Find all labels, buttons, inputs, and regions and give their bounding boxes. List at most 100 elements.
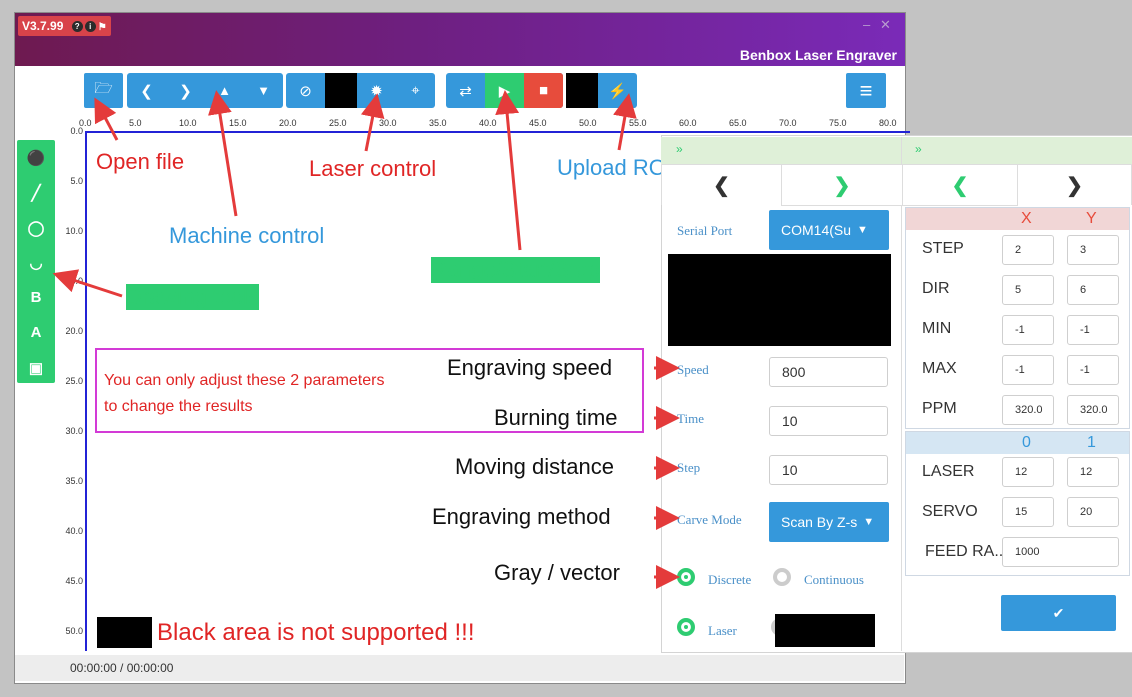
collapse-left-icon[interactable]: » <box>676 142 683 156</box>
x-ruler-label: 20.0 <box>279 118 297 128</box>
axis-x-input[interactable]: 320.0 <box>1002 395 1054 425</box>
line-icon: ╱ <box>31 184 41 202</box>
servo-pin-0-input[interactable]: 15 <box>1002 497 1054 527</box>
speed-input[interactable]: 800 <box>769 357 888 387</box>
ban-icon: ⊘ <box>299 82 312 100</box>
laser-pin-1-input[interactable]: 12 <box>1067 457 1119 487</box>
move-up-button[interactable]: ▲ <box>205 73 244 108</box>
tab-prev-left[interactable]: ❮ <box>661 164 782 205</box>
y-axis-line <box>85 131 87 651</box>
black-area-sample <box>97 617 152 648</box>
tag-tool-button[interactable]: ⚫ <box>17 140 55 175</box>
axis-row-label: STEP <box>922 240 964 257</box>
image-tool-button[interactable]: ▣ <box>17 350 55 385</box>
line-tool-button[interactable]: ╱ <box>17 175 55 210</box>
serial-port-value: COM14(Su <box>781 222 852 238</box>
minimize-button[interactable]: – <box>863 17 870 32</box>
hidden-area <box>325 73 357 108</box>
tab-next-right[interactable]: ❯ <box>1017 164 1132 205</box>
top-ruler: 0.0 5.0 10.0 15.0 20.0 25.0 30.0 35.0 40.0 45.0 50… <box>79 118 915 136</box>
laser-power-button[interactable]: ✹ <box>357 73 396 108</box>
axis-x-input[interactable]: 5 <box>1002 275 1054 305</box>
axis-row-label: PPM <box>922 400 957 417</box>
note-line1: You can only adjust these 2 parameters <box>104 372 385 389</box>
panel-header: » » <box>661 137 1132 164</box>
chevron-left-icon: ❮ <box>951 174 969 197</box>
y-ruler-label: 15.0 <box>65 276 83 286</box>
annotation-open-file: Open file <box>96 149 185 174</box>
x-ruler-label: 55.0 <box>629 118 647 128</box>
info-icon[interactable]: i <box>84 21 96 33</box>
continuous-radio[interactable] <box>773 568 791 586</box>
y-ruler-label: 40.0 <box>65 526 83 536</box>
axis-row-label: MAX <box>922 360 957 377</box>
help-icon[interactable]: ? <box>71 21 83 33</box>
start-button[interactable]: ▶ <box>485 73 524 108</box>
time-label: Time <box>677 411 704 426</box>
range-button[interactable]: ⇄ <box>446 73 485 108</box>
collapse-right-icon[interactable]: » <box>915 142 922 156</box>
upload-rom-button[interactable]: ⚡ <box>598 73 637 108</box>
axis-y-input[interactable]: 320.0 <box>1067 395 1119 425</box>
laser-radio[interactable] <box>677 618 695 636</box>
tab-prev-right[interactable]: ❮ <box>902 164 1018 206</box>
axis-y-input[interactable]: -1 <box>1067 315 1119 345</box>
servo-pin-1-input[interactable]: 20 <box>1067 497 1119 527</box>
confirm-button[interactable]: ✔ <box>1001 595 1116 631</box>
close-button[interactable]: ✕ <box>880 17 891 33</box>
x-ruler-label: 80.0 <box>879 118 897 128</box>
discrete-radio[interactable] <box>677 568 695 586</box>
axis-row-label: DIR <box>922 280 950 297</box>
laser-pin-0-input[interactable]: 12 <box>1002 457 1054 487</box>
x-ruler-label: 30.0 <box>379 118 397 128</box>
axis-x-input[interactable]: -1 <box>1002 355 1054 385</box>
x-ruler-label: 35.0 <box>429 118 447 128</box>
carve-mode-select[interactable]: Scan By Z-s ▼ <box>769 502 889 542</box>
serial-port-label: Serial Port <box>677 223 733 238</box>
continuous-label: Continuous <box>804 572 864 587</box>
arc-tool-button[interactable]: ◡ <box>17 245 55 280</box>
bold-icon: B <box>30 289 42 306</box>
axis-x-input[interactable]: 2 <box>1002 235 1054 265</box>
axis-y-input[interactable]: -1 <box>1067 355 1119 385</box>
font-tool-button[interactable]: A <box>17 315 55 350</box>
hidden-area <box>668 254 891 346</box>
note-line2: to change the results <box>104 398 253 415</box>
move-down-button[interactable]: ▼ <box>244 73 283 108</box>
chevron-right-icon: ❯ <box>1066 174 1083 197</box>
laser-position-button[interactable]: ⌖ <box>396 73 435 108</box>
annotation-burning-time: Burning time <box>494 405 618 430</box>
circle-tool-button[interactable]: ◯ <box>17 210 55 245</box>
move-left-button[interactable]: ❮ <box>127 73 166 108</box>
tab-next-left[interactable]: ❯ <box>781 164 903 206</box>
axis-y-input[interactable]: 6 <box>1067 275 1119 305</box>
crosshair-icon: ⌖ <box>411 82 420 99</box>
folder-icon: 🗁 <box>94 80 113 97</box>
move-right-button[interactable]: ❯ <box>166 73 205 108</box>
col-y-header: Y <box>1086 210 1097 227</box>
arc-icon: ◡ <box>29 254 43 272</box>
feed-rate-input[interactable]: 1000 <box>1002 537 1119 567</box>
x-ruler-label: 5.0 <box>129 118 142 128</box>
open-file-button[interactable]: 🗁 <box>84 73 123 108</box>
stop-button[interactable]: ■ <box>524 73 563 108</box>
pin-settings-table: 0 1 LASER 12 12 SERVO 15 20 FEED RA.. 10… <box>905 431 1130 576</box>
x-ruler-label: 65.0 <box>729 118 747 128</box>
time-input[interactable]: 10 <box>769 406 888 436</box>
menu-button[interactable]: ≡ <box>846 73 886 108</box>
laser-off-button[interactable]: ⊘ <box>286 73 325 108</box>
annotation-moving-distance: Moving distance <box>455 454 614 479</box>
x-ruler-label: 75.0 <box>829 118 847 128</box>
y-ruler-label: 10.0 <box>65 226 83 236</box>
x-ruler-label: 15.0 <box>229 118 247 128</box>
carve-mode-label: Carve Mode <box>677 512 742 527</box>
serial-port-select[interactable]: COM14(Su ▼ <box>769 210 889 250</box>
flag-icon[interactable]: ⚑ <box>98 22 107 33</box>
bold-text-button[interactable]: B <box>17 280 55 315</box>
axis-y-input[interactable]: 3 <box>1067 235 1119 265</box>
step-input[interactable]: 10 <box>769 455 888 485</box>
caret-down-icon: ▼ <box>857 224 868 236</box>
axis-x-input[interactable]: -1 <box>1002 315 1054 345</box>
annotation-machine-control: Machine control <box>169 223 325 248</box>
col-1-header: 1 <box>1087 434 1096 451</box>
